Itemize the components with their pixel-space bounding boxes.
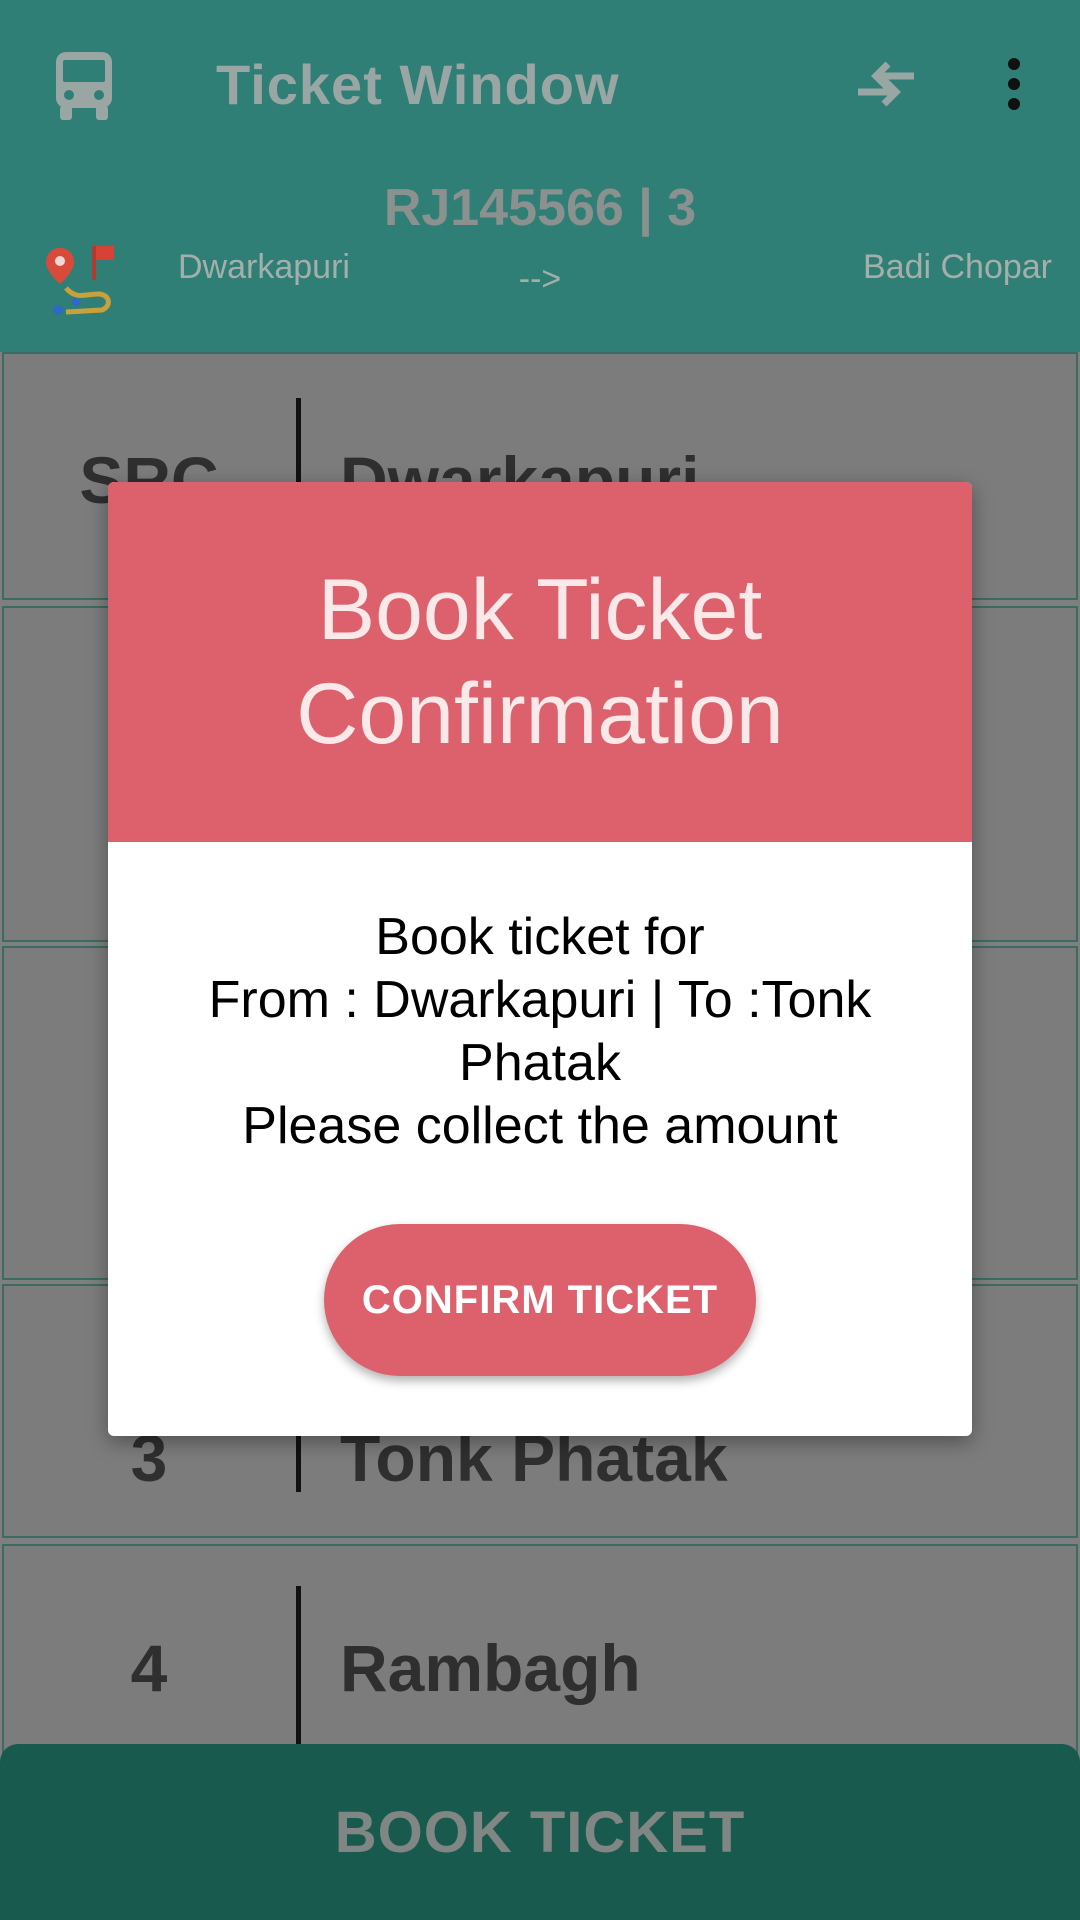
bus-id: RJ145566 | 3: [383, 179, 697, 237]
stop-row[interactable]: 4 Rambagh: [2, 1544, 1078, 1754]
swap-arrows-icon[interactable]: [854, 58, 918, 110]
stop-number: 4: [130, 1631, 168, 1705]
dialog-title: Book Ticket Confirmation: [296, 562, 784, 762]
book-ticket-button[interactable]: BOOK TICKET: [0, 1744, 1080, 1920]
route-to-stop: Badi Chopar: [862, 248, 1052, 286]
confirm-ticket-button[interactable]: CONFIRM TICKET: [324, 1224, 756, 1376]
app-bar: Ticket Window RJ145566 | 3 Dwarkapuri --…: [0, 0, 1080, 352]
confirmation-dialog: Book Ticket Confirmation Book ticket for…: [108, 482, 972, 1436]
stop-divider: [296, 1586, 301, 1752]
more-vertical-icon[interactable]: [996, 56, 1032, 112]
dialog-header: Book Ticket Confirmation: [108, 482, 972, 842]
dialog-message: Book ticket for From : Dwarkapuri | To :…: [208, 908, 872, 1155]
bus-icon[interactable]: [52, 50, 116, 122]
stop-name: Rambagh: [340, 1631, 641, 1705]
app-title: Ticket Window: [216, 53, 620, 116]
